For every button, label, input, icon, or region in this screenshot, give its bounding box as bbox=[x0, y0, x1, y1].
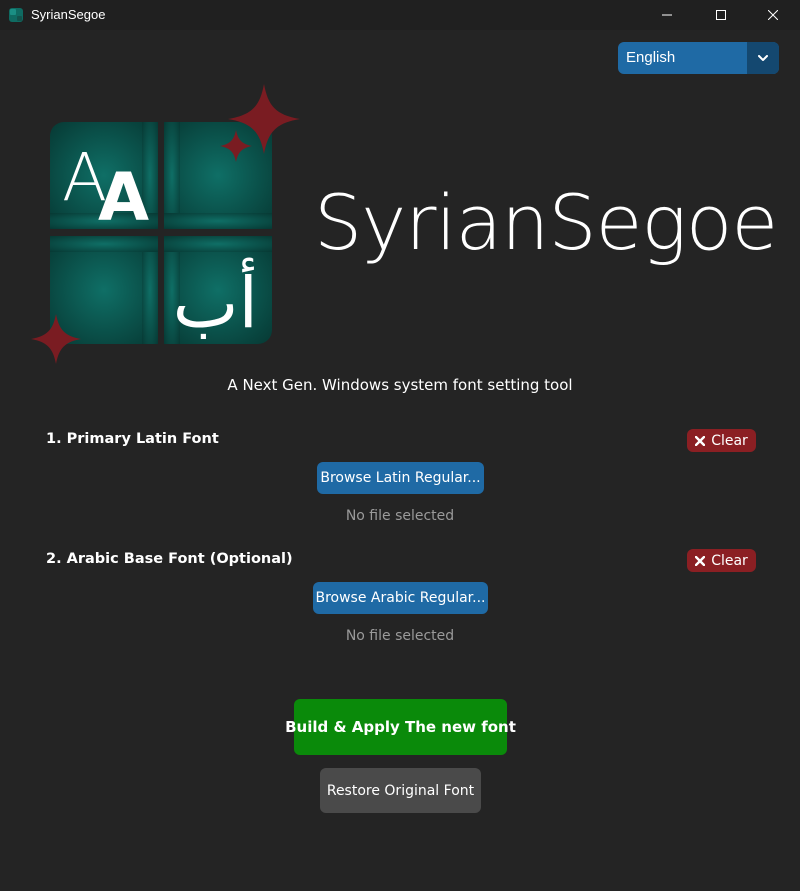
browse-latin-button[interactable]: Browse Latin Regular... bbox=[317, 462, 484, 494]
language-select[interactable]: English bbox=[618, 42, 779, 74]
close-button[interactable] bbox=[750, 0, 796, 30]
language-dropdown-button[interactable] bbox=[747, 42, 779, 74]
close-icon bbox=[695, 555, 706, 566]
build-apply-button[interactable]: Build & Apply The new font bbox=[285, 699, 516, 755]
clear-arabic-label: Clear bbox=[711, 552, 748, 569]
minimize-icon bbox=[662, 14, 672, 16]
window-title: SyrianSegoe bbox=[31, 7, 106, 22]
language-select-value: English bbox=[626, 49, 676, 66]
logo-latin-glyph-bold: A bbox=[98, 159, 149, 236]
title-bar: SyrianSegoe bbox=[0, 0, 800, 30]
clear-arabic-button[interactable]: Clear bbox=[687, 549, 756, 572]
chevron-down-icon bbox=[758, 55, 768, 61]
app-icon bbox=[8, 7, 24, 23]
latin-font-section-label: 1. Primary Latin Font bbox=[46, 431, 219, 447]
tagline: A Next Gen. Windows system font setting … bbox=[227, 376, 573, 394]
close-icon bbox=[695, 435, 706, 446]
minimize-button[interactable] bbox=[644, 0, 690, 30]
arabic-file-status: No file selected bbox=[345, 628, 455, 644]
clear-latin-button[interactable]: Clear bbox=[687, 429, 756, 452]
clear-latin-label: Clear bbox=[711, 432, 748, 449]
app-name-heading: SyrianSegoe bbox=[314, 178, 778, 267]
close-icon bbox=[768, 10, 778, 20]
maximize-icon bbox=[716, 10, 726, 20]
latin-file-status: No file selected bbox=[345, 508, 455, 524]
logo-tile-top-right bbox=[164, 122, 272, 229]
arabic-font-section-label: 2. Arabic Base Font (Optional) bbox=[46, 551, 293, 567]
browse-arabic-button[interactable]: Browse Arabic Regular... bbox=[313, 582, 488, 614]
app-logo: A A أب bbox=[31, 84, 300, 364]
maximize-button[interactable] bbox=[698, 0, 744, 30]
logo-arabic-glyphs: أب bbox=[173, 257, 258, 344]
restore-original-button[interactable]: Restore Original Font bbox=[320, 768, 481, 813]
logo-tile-bottom-left bbox=[50, 236, 158, 344]
